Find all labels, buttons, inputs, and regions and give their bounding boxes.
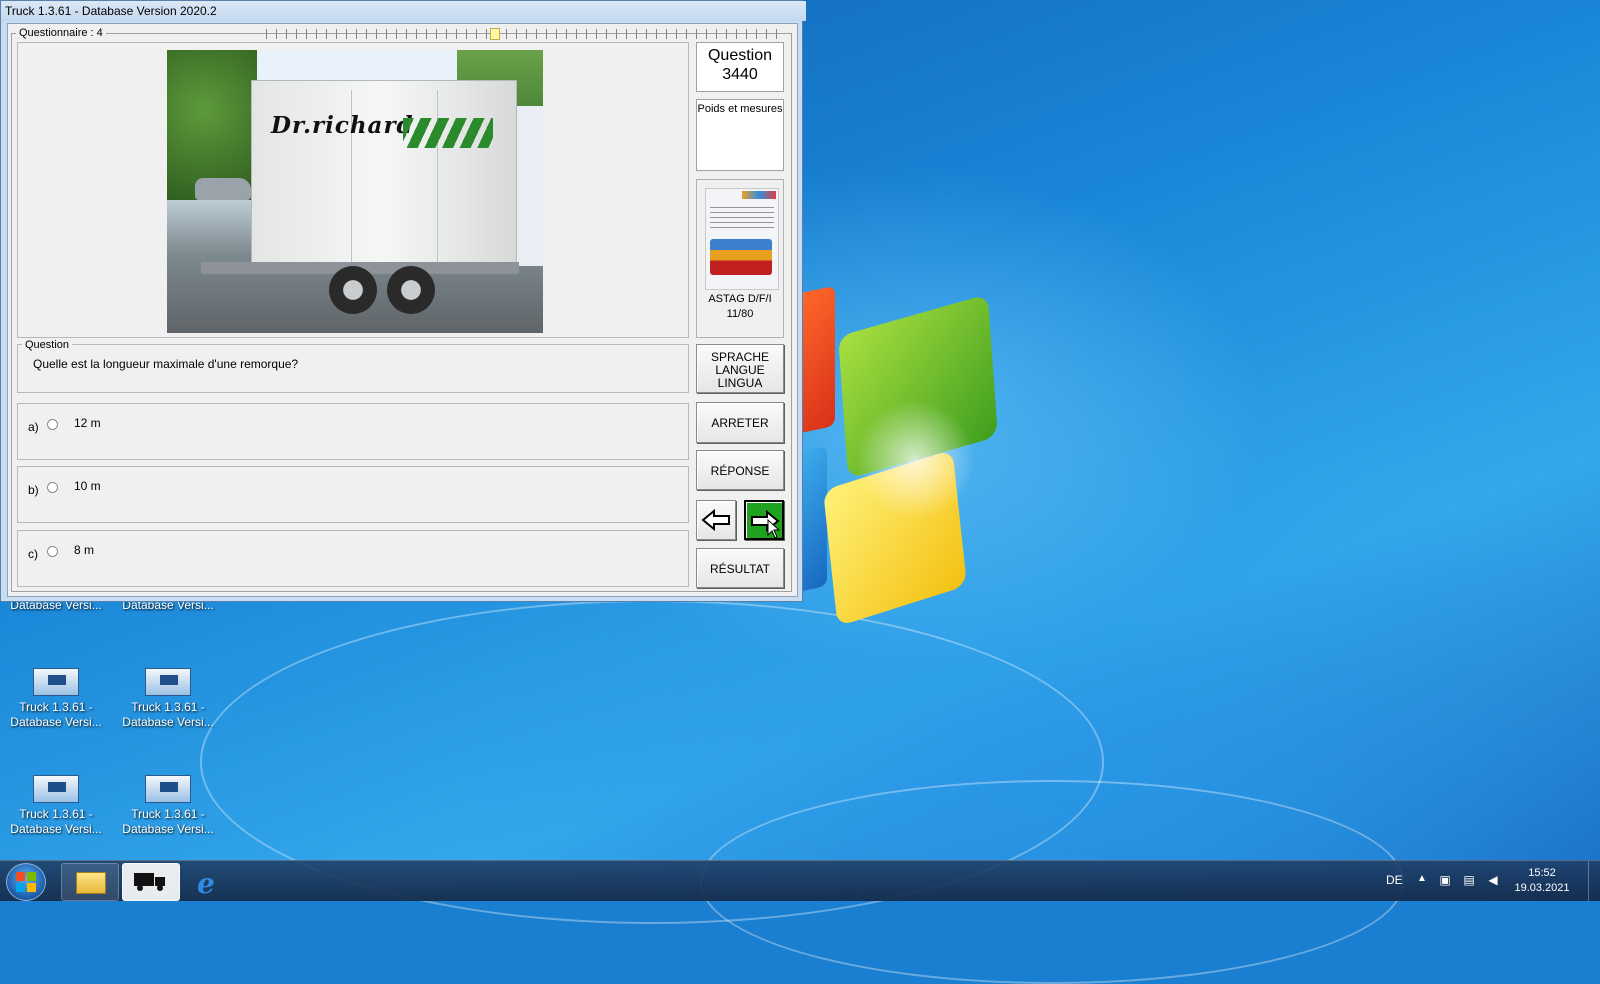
- trailer-brand-logo: Dr.richard: [271, 112, 414, 139]
- system-clock[interactable]: 15:52 19.03.2021: [1502, 866, 1582, 896]
- taskbar: e DE ▲ ▣ ▤ ◀ 15:52 19.03.2021: [0, 860, 1600, 901]
- truck-app-icon: [33, 775, 79, 803]
- question-number-label: Question: [707, 47, 773, 64]
- desktop-icon-truck[interactable]: Truck 1.3.61 - Database Versi...: [6, 668, 106, 730]
- questionnaire-progress: [266, 29, 786, 39]
- clock-time: 15:52: [1528, 867, 1556, 879]
- answer-option-a[interactable]: a) 12 m: [17, 403, 689, 460]
- book-page: 11/80: [726, 308, 754, 320]
- questionnaire-legend: Questionnaire : 4: [16, 27, 106, 39]
- windows-logo: [787, 285, 998, 627]
- answer-text: 8 m: [74, 543, 95, 557]
- answer-option-c[interactable]: c) 8 m: [17, 530, 689, 587]
- taskbar-internet-explorer-button[interactable]: e: [183, 863, 239, 900]
- show-answer-button[interactable]: RÉPONSE: [696, 450, 784, 490]
- input-language-indicator[interactable]: DE: [1386, 873, 1403, 887]
- question-topic: Poids et mesures: [696, 99, 784, 171]
- desktop-icon-truck[interactable]: Truck 1.3.61 - Database Versi...: [118, 668, 218, 730]
- language-label-it: LINGUA: [717, 376, 763, 390]
- question-text: Quelle est la longueur maximale d'une re…: [33, 357, 299, 371]
- trailer-brand-mark: [403, 118, 493, 148]
- progress-current-marker: [490, 28, 500, 40]
- folder-icon: [76, 872, 106, 894]
- question-image-panel: Dr.richard: [17, 42, 689, 338]
- truck-icon: [134, 873, 165, 891]
- volume-icon[interactable]: ◀: [1486, 873, 1500, 887]
- answer-letter: b): [28, 483, 39, 497]
- question-panel: Quelle est la longueur maximale d'une re…: [17, 344, 689, 393]
- answer-text: 10 m: [74, 479, 101, 493]
- desktop-icon-label: Database Versi...: [122, 822, 214, 836]
- start-button[interactable]: [6, 863, 46, 901]
- question-number-box: Question 3440: [696, 42, 784, 92]
- show-desktop-button[interactable]: [1588, 861, 1600, 901]
- desktop-icon-label: Truck 1.3.61 -: [19, 807, 93, 821]
- show-hidden-icons-icon[interactable]: ▲: [1417, 873, 1427, 884]
- desktop-icon-truck[interactable]: Truck 1.3.61 - Database Versi...: [118, 775, 218, 837]
- windows-flag-icon: [16, 872, 36, 892]
- answer-letter: c): [28, 547, 38, 561]
- question-legend: Question: [22, 339, 73, 351]
- trailer-photo: Dr.richard: [167, 50, 543, 333]
- arrow-left-icon: [701, 509, 730, 531]
- desktop-icon-label: Database Versi...: [122, 715, 214, 729]
- book-title: ASTAG D/F/I: [708, 293, 772, 305]
- taskbar-explorer-button[interactable]: [61, 863, 119, 901]
- book-caption: ASTAG D/F/I 11/80: [697, 292, 783, 322]
- truck-app-icon: [145, 775, 191, 803]
- answer-text: 12 m: [74, 416, 101, 430]
- answer-radio-b[interactable]: [47, 482, 58, 493]
- reference-book-panel: ASTAG D/F/I 11/80: [696, 179, 784, 338]
- desktop-icon-label: Truck 1.3.61 -: [131, 807, 205, 821]
- taskbar-truck-app-button[interactable]: [122, 863, 180, 901]
- previous-question-button[interactable]: [696, 500, 736, 540]
- network-icon[interactable]: ▤: [1462, 873, 1476, 887]
- answer-option-b[interactable]: b) 10 m: [17, 466, 689, 523]
- desktop-icon-label: Truck 1.3.61 -: [131, 700, 205, 714]
- question-number: 3440: [722, 66, 758, 83]
- truck-app-icon: [33, 668, 79, 696]
- internet-explorer-icon: e: [197, 867, 215, 900]
- stop-button[interactable]: ARRETER: [696, 402, 784, 443]
- answer-letter: a): [28, 420, 39, 434]
- truck-app-icon: [145, 668, 191, 696]
- desktop-icon-label: Database Versi...: [10, 822, 102, 836]
- clock-date: 19.03.2021: [1514, 882, 1570, 894]
- window-client-area: Questionnaire : 4 Dr.richard Quelle est …: [7, 23, 798, 597]
- app-window: Truck 1.3.61 - Database Version 2020.2 Q…: [0, 0, 806, 602]
- result-button[interactable]: RÉSULTAT: [696, 548, 784, 588]
- desktop-icon-label: Database Versi...: [10, 715, 102, 729]
- book-cover-image: [705, 188, 779, 290]
- language-button[interactable]: SPRACHE LANGUE LINGUA: [696, 344, 784, 393]
- answer-radio-a[interactable]: [47, 419, 58, 430]
- window-title[interactable]: Truck 1.3.61 - Database Version 2020.2: [1, 1, 806, 21]
- desktop-icon-label: Truck 1.3.61 -: [19, 700, 93, 714]
- desktop-icon-truck[interactable]: Truck 1.3.61 - Database Versi...: [6, 775, 106, 837]
- answer-radio-c[interactable]: [47, 546, 58, 557]
- mouse-cursor-icon: [767, 519, 781, 539]
- device-tray-icon[interactable]: ▣: [1438, 873, 1452, 887]
